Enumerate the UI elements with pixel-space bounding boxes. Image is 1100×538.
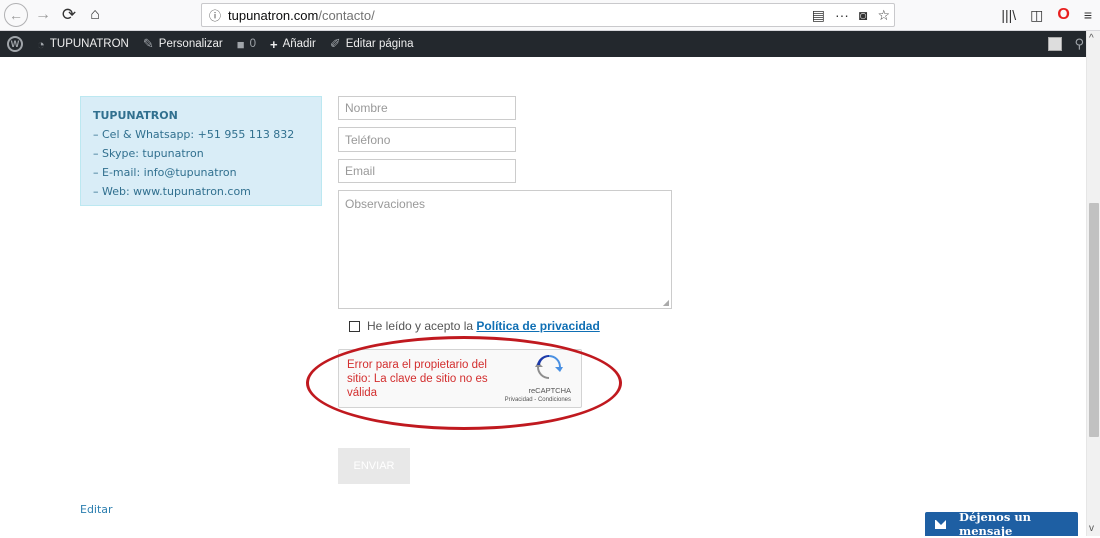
wp-add-new[interactable]: + Añadir [263,31,323,57]
reload-button[interactable]: ⟳ [58,3,80,27]
consent-checkbox[interactable] [349,320,360,332]
comment-icon: ■ [236,36,245,52]
wp-admin-bar: W ◔ TUPUNATRON ✎ Personalizar ■ 0 + Añad… [0,31,1100,57]
avatar[interactable] [1048,37,1063,51]
wp-logo-menu[interactable]: W [0,31,30,57]
pencil-icon: ✐ [329,36,341,51]
edit-page-label: Editar página [345,38,414,50]
recaptcha-error-message: Error para el propietario del sitio: La … [347,359,488,399]
resize-grip-icon[interactable]: ◢ [663,298,669,307]
info-line-web: – Web: www.tupunatron.com [93,185,251,198]
pocket-icon[interactable]: ◙ [859,7,867,23]
submit-button[interactable]: ENVIAR [338,448,410,484]
info-line-email: – E-mail: info@tupunatron [93,166,237,179]
wp-comments[interactable]: ■ 0 [230,31,263,57]
library-icon[interactable]: |||\ [1001,7,1016,23]
name-input[interactable]: Nombre [338,96,516,120]
comments-count: 0 [249,38,256,50]
menu-icon[interactable]: ≡ [1084,7,1092,23]
site-name-label: TUPUNATRON [49,38,129,50]
url-host: tupunatron.com [228,7,319,23]
privacy-policy-link[interactable]: Política de privacidad [476,319,599,333]
site-info-icon[interactable]: ⓘ [202,7,228,24]
page-actions-icon[interactable]: ··· [835,7,849,23]
phone-input[interactable]: Teléfono [338,127,516,152]
contact-info-box: TUPUNATRON – Cel & Whatsapp: +51 955 113… [80,96,322,206]
wp-customize[interactable]: ✎ Personalizar [136,31,230,57]
opera-icon[interactable]: O [1057,6,1069,24]
recaptcha-terms-link[interactable]: Privacidad - Condiciones [505,397,571,403]
browser-toolbar: ← → ⟳ ⌂ ⓘ tupunatron.com/contacto/ ▤ ···… [0,0,1100,31]
scroll-thumb[interactable] [1089,203,1099,437]
add-new-label: Añadir [282,38,316,50]
privacy-consent: He leído y acepto la Política de privaci… [349,319,600,333]
wp-site-name[interactable]: ◔ TUPUNATRON [30,31,136,57]
info-title: TUPUNATRON [93,109,178,122]
bookmark-star-icon[interactable]: ☆ [877,7,890,24]
recaptcha-brand: reCAPTCHA [528,386,571,395]
email-input[interactable]: Email [338,159,516,183]
dashboard-icon: ◔ [37,36,45,52]
plus-icon: + [269,36,278,52]
recaptcha-widget: Error para el propietario del sitio: La … [338,349,582,408]
page-scrollbar[interactable]: ^ v [1086,31,1100,536]
url-path: /contacto/ [318,7,375,23]
search-icon[interactable]: ⚲ [1074,36,1084,52]
recaptcha-logo-icon [535,355,563,379]
edit-link[interactable]: Editar [80,503,113,516]
wordpress-logo-icon: W [7,36,23,52]
chat-widget[interactable]: Déjenos un mensaje [925,510,1078,538]
sidebar-icon[interactable]: ◫ [1030,7,1043,24]
reader-view-icon[interactable]: ▤ [812,7,825,24]
wp-edit-page[interactable]: ✐ Editar página [323,31,421,57]
scroll-down-icon[interactable]: v [1089,523,1094,534]
forward-button[interactable]: → [32,3,54,27]
consent-text: He leído y acepto la [367,319,477,333]
observations-textarea[interactable]: Observaciones ◢ [338,190,672,309]
info-line-phone: – Cel & Whatsapp: +51 955 113 832 [93,128,295,141]
scroll-up-icon[interactable]: ^ [1089,33,1094,44]
observations-placeholder: Observaciones [345,197,426,211]
url-bar[interactable]: ⓘ tupunatron.com/contacto/ ▤ ··· ◙ ☆ [201,3,895,27]
brush-icon: ✎ [142,36,154,51]
back-button[interactable]: ← [4,3,28,27]
envelope-icon [935,519,947,529]
customize-label: Personalizar [158,38,223,50]
home-button[interactable]: ⌂ [84,3,106,27]
chat-label: Déjenos un mensaje [959,510,1032,538]
info-line-skype: – Skype: tupunatron [93,147,204,160]
